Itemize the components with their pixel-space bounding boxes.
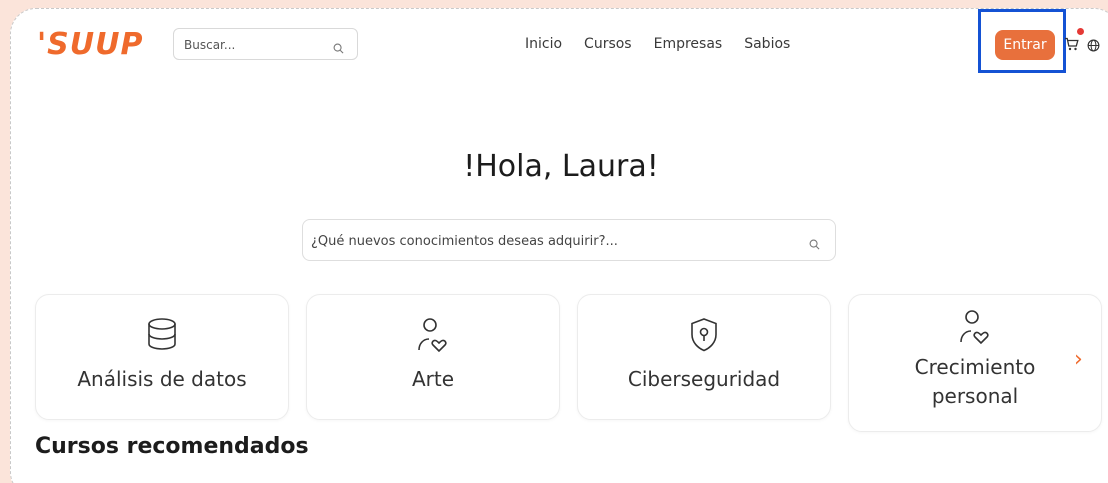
main-nav: Inicio Cursos Empresas Sabios [525, 36, 790, 52]
carousel-next-arrow[interactable]: › [1074, 347, 1083, 372]
nav-inicio[interactable]: Inicio [525, 36, 562, 52]
cart-notification-dot [1077, 28, 1084, 35]
header-search[interactable] [173, 28, 358, 60]
login-button[interactable]: Entrar [995, 30, 1055, 60]
search-icon[interactable] [333, 39, 344, 58]
category-label: Ciberseguridad [627, 367, 781, 391]
nav-cursos[interactable]: Cursos [584, 36, 632, 52]
suup-logo[interactable]: 'SUUP [37, 27, 144, 62]
category-label: Análisis de datos [77, 367, 247, 391]
greeting-title: !Hola, Laura! [463, 149, 659, 184]
cart-icon[interactable] [1064, 36, 1080, 55]
category-card-arte[interactable]: Arte [306, 294, 560, 420]
category-card-ciberseguridad[interactable]: Ciberseguridad [577, 294, 831, 420]
nav-empresas[interactable]: Empresas [654, 36, 723, 52]
page-container: 'SUUP Inicio Cursos Empresas Sabios Entr… [10, 8, 1108, 483]
shield-lock-icon [578, 317, 830, 353]
person-heart-icon [307, 317, 559, 353]
category-card-crecimiento[interactable]: Crecimiento personal [848, 294, 1102, 432]
header-search-input[interactable] [184, 35, 324, 55]
category-label: Arte [411, 367, 455, 391]
category-label: Crecimiento personal [914, 355, 1036, 408]
category-card-analisis[interactable]: Análisis de datos [35, 294, 289, 420]
person-heart-icon [849, 309, 1101, 345]
search-icon[interactable] [809, 235, 820, 254]
recommended-courses-title: Cursos recomendados [35, 434, 309, 459]
course-search[interactable] [302, 219, 836, 261]
database-icon [36, 317, 288, 351]
course-search-input[interactable] [311, 231, 791, 251]
nav-sabios[interactable]: Sabios [744, 36, 790, 52]
globe-icon[interactable] [1087, 37, 1100, 56]
